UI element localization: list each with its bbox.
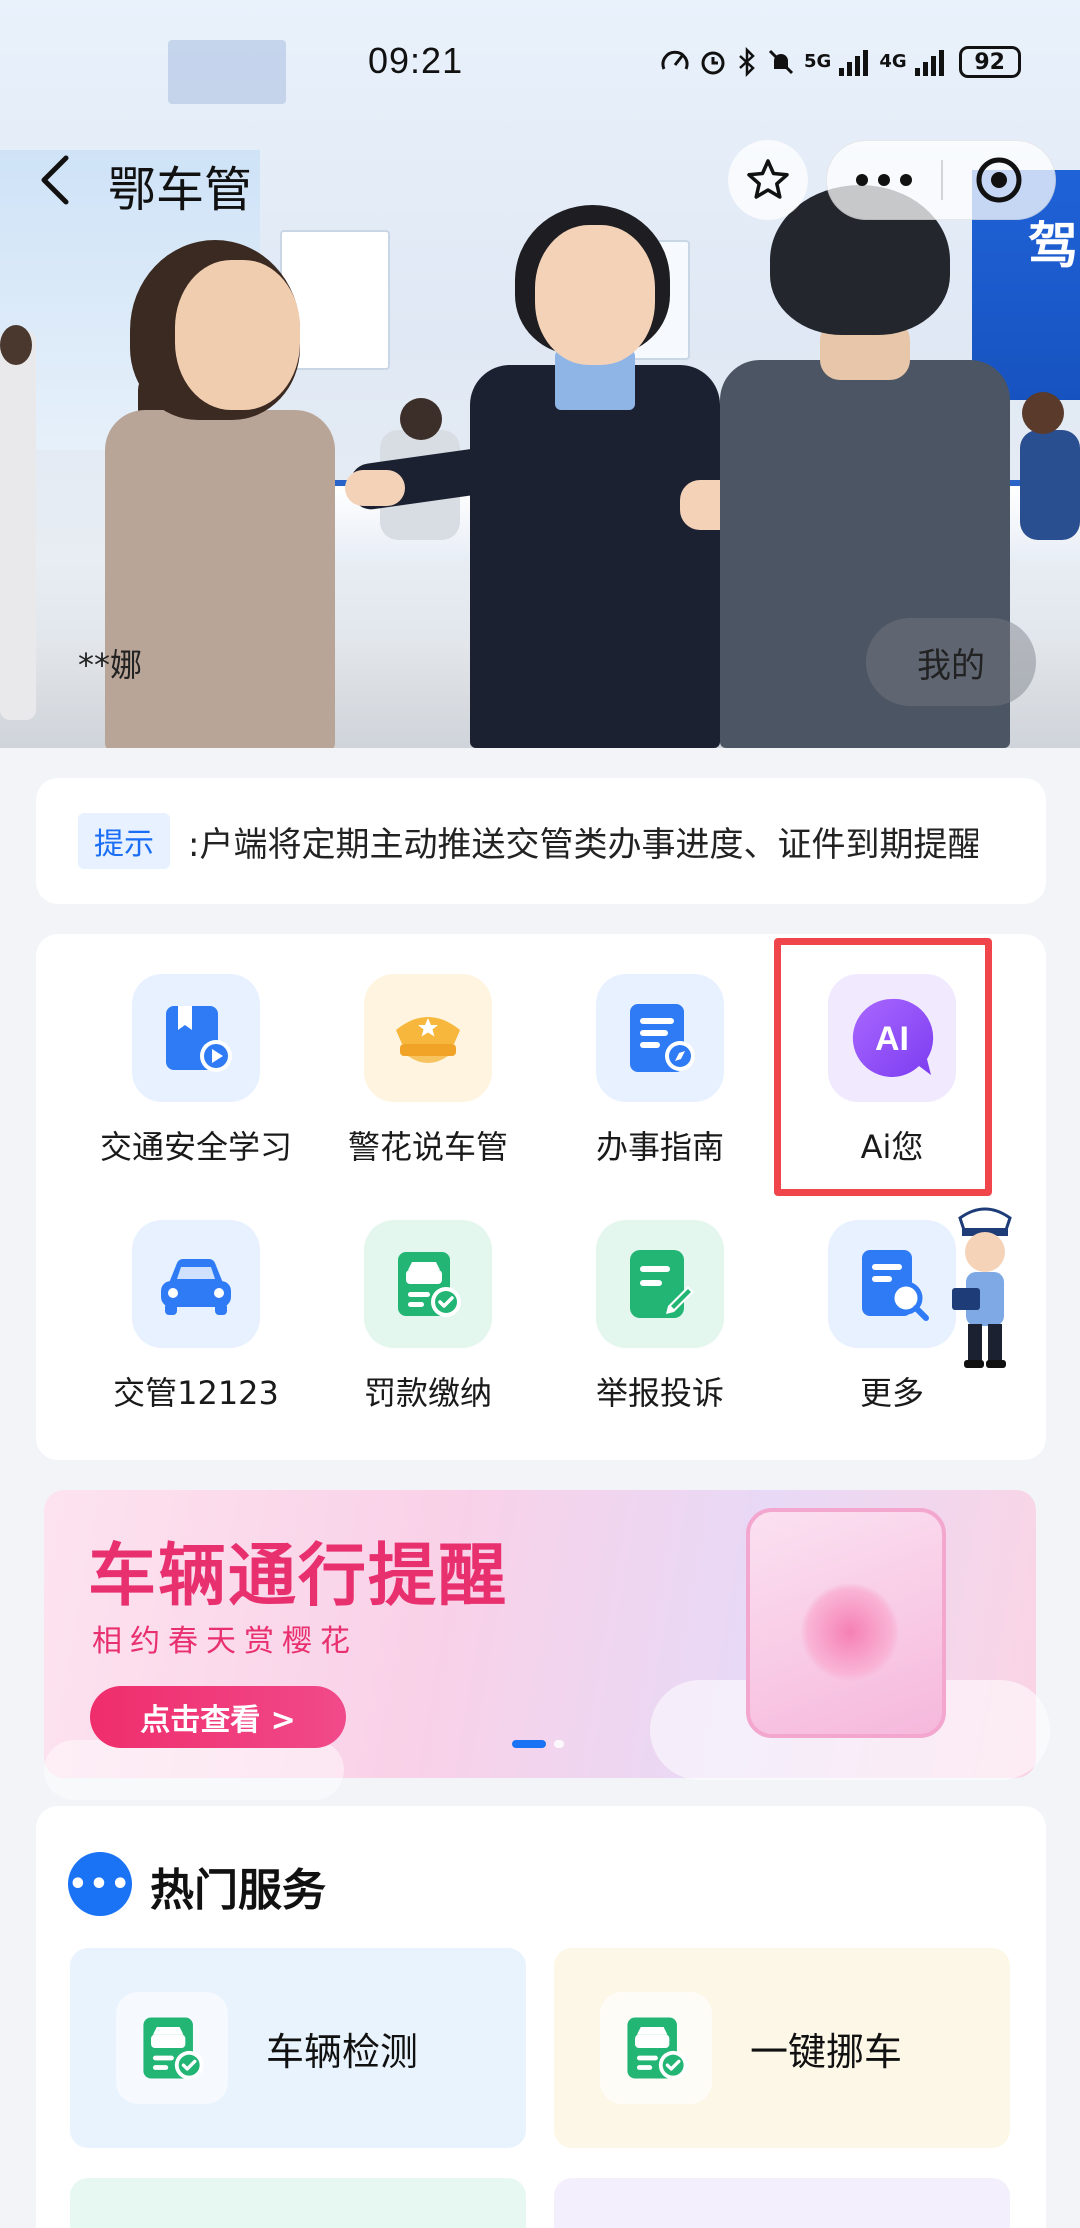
bluetooth-icon [739, 47, 755, 77]
grid-item-12123[interactable]: 交管12123 [80, 1180, 312, 1412]
police-mascot-icon[interactable] [946, 1196, 1024, 1372]
hot-service-card-partial[interactable] [554, 2178, 1010, 2228]
grid-item-report[interactable]: 举报投诉 [544, 1180, 776, 1412]
report-icon [596, 1220, 724, 1348]
hot-service-label: 一键挪车 [750, 2029, 903, 2074]
grid-label: 警花说车管 [347, 1128, 508, 1166]
hot-services-title: 热门服务 [150, 1865, 326, 1916]
hot-service-card-partial[interactable] [70, 2178, 526, 2228]
status-time: 09:21 [368, 40, 464, 81]
alarm-icon [701, 51, 725, 75]
carousel-dot-active[interactable] [512, 1740, 546, 1748]
more-search-icon [828, 1220, 956, 1348]
page-title: 鄂车管 [108, 162, 253, 218]
signal-icon [839, 50, 869, 76]
banner-cloud [44, 1740, 344, 1800]
book-play-icon [132, 974, 260, 1102]
hero-bg-person-head [0, 325, 32, 365]
police-cap-icon [364, 974, 492, 1102]
banner-title: 车辆通行提醒 [88, 1537, 509, 1616]
highlight-box [774, 938, 992, 1196]
more-options-button[interactable] [827, 140, 941, 220]
grid-label: 交管12123 [113, 1374, 279, 1412]
data-speed-icon [661, 50, 689, 70]
hero-bg-person-head [400, 398, 442, 440]
grid-label: 罚款缴纳 [363, 1374, 492, 1412]
mute-bell-icon [768, 49, 794, 75]
grid-label: 更多 [859, 1374, 924, 1412]
battery-indicator: 92 [958, 46, 1021, 78]
banner-subtitle: 相约春天赏樱花 [92, 1624, 358, 1659]
grid-item-guide[interactable]: 办事指南 [544, 934, 776, 1166]
hot-service-move-car[interactable]: 一键挪车 [554, 1948, 1010, 2148]
hero-bg-person-head [1022, 392, 1064, 434]
hero-bg-person [0, 330, 36, 720]
status-icons: 5G 4G 92 [660, 44, 1021, 80]
network-4g-label: 4G [879, 51, 907, 72]
favorite-button[interactable] [728, 140, 808, 220]
grid-item-police-talk[interactable]: 警花说车管 [312, 934, 544, 1166]
signal-icon-2 [914, 50, 944, 76]
star-icon [747, 159, 789, 199]
user-name: **娜 [78, 646, 143, 684]
grid-label: 举报投诉 [595, 1374, 724, 1412]
guide-doc-icon [596, 974, 724, 1102]
hot-services-icon: ••• [68, 1852, 132, 1916]
target-close-icon [976, 157, 1022, 203]
notice-bar[interactable]: 提示 :户端将定期主动推送交管类办事进度、证件到期提醒 [36, 778, 1046, 904]
move-car-icon [600, 1992, 712, 2104]
carousel-dot[interactable] [554, 1740, 564, 1748]
hot-service-label: 车辆检测 [266, 2029, 419, 2074]
fine-payment-icon [364, 1220, 492, 1348]
notice-tag: 提示 [78, 813, 170, 869]
grid-item-traffic-safety[interactable]: 交通安全学习 [80, 934, 312, 1166]
grid-item-fine-payment[interactable]: 罚款缴纳 [312, 1180, 544, 1412]
more-dots-icon [856, 174, 912, 186]
close-miniapp-button[interactable] [943, 140, 1055, 220]
vehicle-inspection-icon [116, 1992, 228, 2104]
mine-button[interactable]: 我的 [866, 618, 1036, 706]
notice-text: :户端将定期主动推送交管类办事进度、证件到期提醒 [188, 824, 978, 865]
grid-label: 交通安全学习 [99, 1128, 292, 1166]
network-5g-label: 5G [804, 51, 832, 72]
car-icon [132, 1220, 260, 1348]
miniapp-capsule [826, 140, 1056, 220]
hero-top-sign [168, 40, 286, 104]
hot-service-vehicle-inspection[interactable]: 车辆检测 [70, 1948, 526, 2148]
hero-bg-person [1020, 430, 1080, 540]
banner-view-button[interactable]: 点击查看 > [90, 1686, 346, 1748]
grid-label: 办事指南 [595, 1128, 724, 1166]
back-arrow-icon[interactable] [36, 152, 76, 208]
banner-flower-art [746, 1508, 946, 1738]
